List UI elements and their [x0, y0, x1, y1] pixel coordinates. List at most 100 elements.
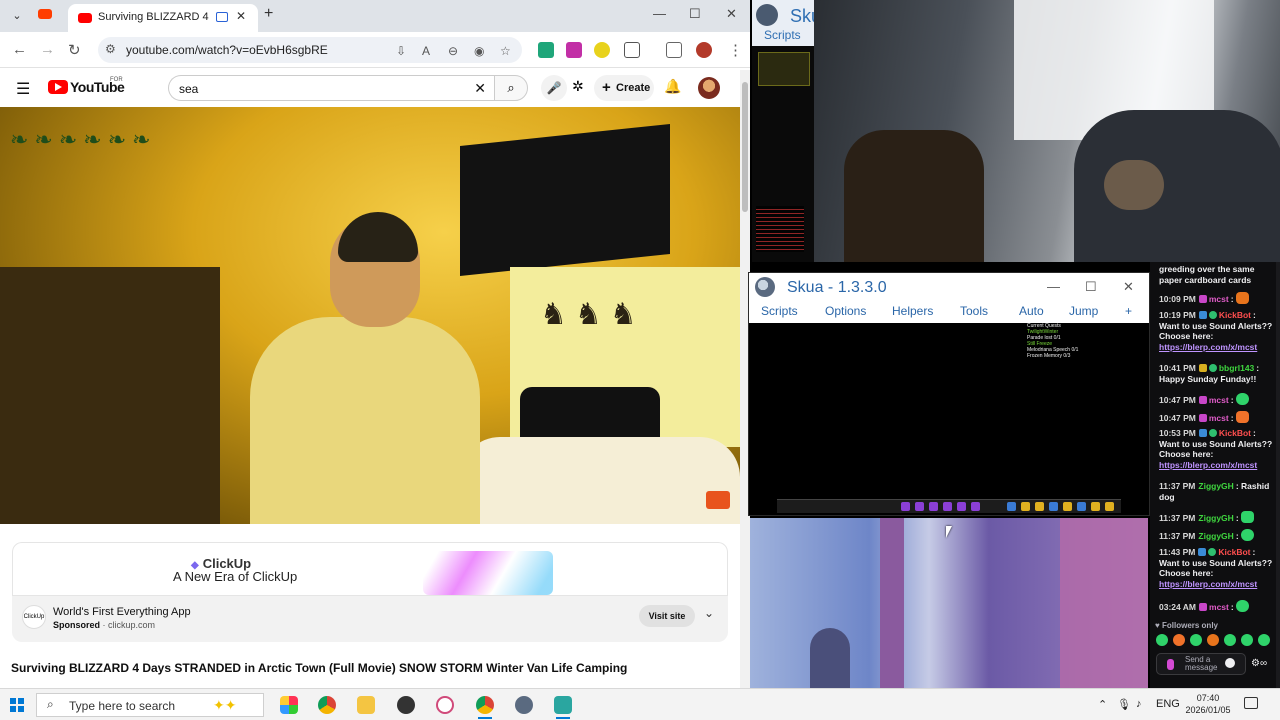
back-button[interactable]: ← — [12, 41, 27, 58]
search-input[interactable]: sea ✕ — [168, 75, 494, 101]
windows-start-icon[interactable] — [10, 698, 24, 712]
zoom-icon[interactable]: ⊖ — [448, 44, 458, 58]
chat-username[interactable]: mcst — [1209, 395, 1229, 405]
chrome-menu-icon[interactable]: ⋮ — [728, 41, 743, 59]
chat-username[interactable]: bbgrl143 — [1219, 363, 1254, 373]
skill-icon[interactable] — [929, 502, 938, 511]
forward-button[interactable]: → — [40, 41, 55, 58]
chat-username[interactable]: mcst — [1209, 602, 1229, 612]
skua-menu-scripts[interactable]: Scripts — [761, 304, 798, 318]
menu-icon[interactable] — [1077, 502, 1086, 511]
search-button[interactable]: ⌕ — [494, 75, 528, 101]
skill-icon[interactable] — [971, 502, 980, 511]
skua-minimize-button[interactable]: — — [1047, 279, 1060, 294]
video-player[interactable]: ❧❧❧❧❧❧ ♞♞♞ — [0, 107, 740, 524]
menu-icon[interactable] — [1021, 502, 1030, 511]
ad-advertiser-icon[interactable]: ClickUp — [22, 605, 46, 629]
extension-icon-1[interactable] — [538, 42, 554, 58]
file-explorer-icon[interactable] — [357, 696, 375, 714]
skua-menu-tools[interactable]: Tools — [960, 304, 988, 318]
chat-message-input[interactable]: Send a message — [1156, 653, 1246, 675]
snipping-tool-icon[interactable] — [436, 696, 454, 714]
emote-icon[interactable] — [1241, 634, 1253, 646]
tab-active[interactable]: Surviving BLIZZARD 4 Days ✕ — [68, 4, 258, 32]
chat-link[interactable]: https://blerp.com/x/mcst — [1159, 460, 1257, 470]
ad-title[interactable]: World's First Everything App — [53, 606, 191, 618]
chat-link[interactable]: https://blerp.com/x/mcst — [1159, 579, 1257, 589]
chat-username[interactable]: ZiggyGH — [1198, 531, 1233, 541]
skill-icon[interactable] — [943, 502, 952, 511]
menu-icon[interactable] — [1105, 502, 1114, 511]
notification-center-icon[interactable] — [1244, 697, 1258, 709]
ad-banner[interactable]: ClickUp A New Era of ClickUp — [12, 542, 728, 596]
chat-username[interactable]: KickBot — [1219, 428, 1251, 438]
reload-button[interactable]: ↻ — [68, 41, 81, 59]
skua-app-icon[interactable] — [515, 696, 533, 714]
visit-site-button[interactable]: Visit site — [639, 605, 695, 627]
skua-mini-scripts-menu[interactable]: Scripts — [764, 28, 801, 42]
new-tab-button[interactable]: + — [264, 5, 273, 23]
copilot-app-icon[interactable] — [280, 696, 298, 714]
site-info-icon[interactable]: ⚙ — [105, 42, 116, 56]
minimize-button[interactable]: — — [653, 6, 666, 21]
chat-username[interactable]: ZiggyGH — [1198, 481, 1233, 491]
chat-link[interactable]: https://blerp.com/x/mcst — [1159, 342, 1257, 352]
skill-icon[interactable] — [957, 502, 966, 511]
chat-username[interactable]: mcst — [1209, 413, 1229, 423]
profile-avatar-icon[interactable] — [696, 42, 712, 58]
emoji-picker-icon[interactable] — [1225, 658, 1235, 668]
emote-icon[interactable] — [1173, 634, 1185, 646]
create-button[interactable]: + Create — [594, 75, 654, 101]
taskbar-search-input[interactable]: ⌕ Type here to search ✦✦ — [36, 693, 264, 717]
skua-menu-options[interactable]: Options — [825, 304, 866, 318]
tab-close-button[interactable]: ✕ — [236, 9, 246, 23]
chat-settings-icon[interactable]: ⚙∞ — [1251, 658, 1267, 669]
skua-mini-game-view[interactable] — [758, 52, 810, 86]
subscribe-watermark-icon[interactable] — [706, 491, 730, 509]
pinned-tab-youtube[interactable] — [38, 9, 52, 19]
emote-icon[interactable] — [1207, 634, 1219, 646]
emote-icon[interactable] — [1258, 634, 1270, 646]
translate-icon[interactable]: A — [422, 44, 430, 58]
chevron-down-icon[interactable]: ⌄ — [704, 606, 714, 620]
cast-media-icon[interactable] — [216, 12, 228, 22]
emote-icon[interactable] — [1224, 634, 1236, 646]
skua-maximize-button[interactable]: ☐ — [1085, 279, 1097, 295]
notifications-bell-icon[interactable]: 🔔 — [664, 78, 681, 95]
youtube-logo-icon[interactable] — [48, 80, 68, 94]
menu-icon[interactable] — [1007, 502, 1016, 511]
skua-menu-jump[interactable]: Jump — [1069, 304, 1098, 318]
scrollbar-thumb[interactable] — [742, 82, 748, 212]
emote-icon[interactable] — [1156, 634, 1168, 646]
skill-icon[interactable] — [915, 502, 924, 511]
hamburger-menu-icon[interactable]: ☰ — [16, 79, 30, 99]
avatar[interactable] — [698, 77, 720, 99]
tray-overflow-icon[interactable]: ⌃ — [1098, 698, 1107, 711]
mic-tray-icon[interactable]: 🎙 — [1117, 698, 1131, 711]
tab-search-button[interactable]: ⌄ — [8, 7, 26, 25]
extension-icon-3[interactable] — [594, 42, 610, 58]
skua-menu-helpers[interactable]: Helpers — [892, 304, 933, 318]
install-app-icon[interactable]: ⇩ — [396, 44, 406, 58]
system-clock[interactable]: 07:40 2026/01/05 — [1183, 692, 1233, 716]
menu-icon[interactable] — [1035, 502, 1044, 511]
game-app-icon[interactable] — [554, 696, 572, 719]
skill-icon[interactable] — [901, 502, 910, 511]
emote-icon[interactable] — [1190, 634, 1202, 646]
skua-close-button[interactable]: ✕ — [1123, 279, 1134, 295]
menu-icon[interactable] — [1063, 502, 1072, 511]
media-controls-icon[interactable] — [666, 42, 682, 58]
maximize-button[interactable]: ☐ — [689, 6, 701, 22]
extensions-puzzle-icon[interactable] — [624, 42, 640, 58]
menu-icon[interactable] — [1049, 502, 1058, 511]
chat-username[interactable]: ZiggyGH — [1198, 513, 1233, 523]
close-window-button[interactable]: ✕ — [726, 6, 737, 22]
skua-game-view[interactable]: Current Quests TwilightWinter Parade los… — [749, 323, 1149, 515]
skua-menu-auto[interactable]: Auto — [1019, 304, 1044, 318]
extension-icon-2[interactable] — [566, 42, 582, 58]
sponsored-ad[interactable]: ClickUp A New Era of ClickUp ClickUp Wor… — [12, 542, 728, 642]
chat-scrollbar[interactable] — [1276, 262, 1280, 688]
bookmark-star-icon[interactable]: ☆ — [500, 44, 511, 58]
volume-tray-icon[interactable]: ♪ — [1136, 698, 1142, 710]
chat-username[interactable]: KickBot — [1219, 310, 1251, 320]
